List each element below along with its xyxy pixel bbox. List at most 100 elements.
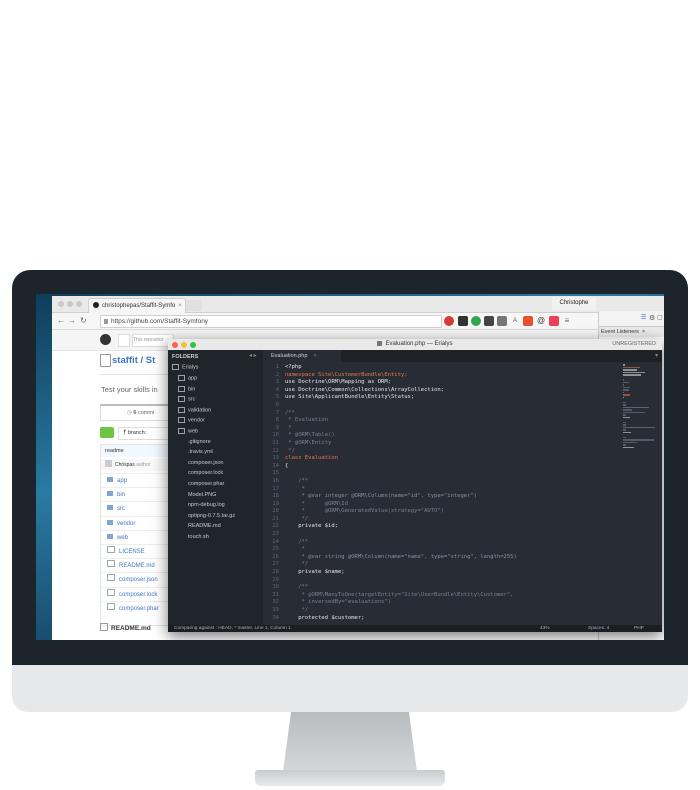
sidebar-file-item[interactable]: .gitignore — [188, 439, 211, 445]
minimap-line — [623, 371, 645, 373]
sidebar-file-item[interactable]: composer.lock — [188, 470, 223, 476]
tab-overflow-chevron-icon[interactable]: ▾ — [655, 352, 658, 359]
minimap-line — [623, 439, 655, 441]
file-name-link[interactable]: web — [117, 535, 128, 541]
code-line: * — [285, 546, 305, 553]
github-search-icon — [118, 334, 130, 347]
pocket-icon[interactable] — [549, 316, 559, 326]
code-line: * @ORM\Id — [285, 500, 348, 507]
tab-scroll-arrows-icon[interactable]: ◂ ▸ — [249, 352, 257, 359]
monitor-screen: christophepas/Staffit-Symfo × Christophe … — [36, 294, 664, 640]
sidebar-file-item[interactable]: Model.PNG — [188, 492, 216, 498]
minimap-line — [623, 404, 626, 406]
repo-title[interactable]: staffit / St — [112, 355, 155, 366]
sidebar-folder-item[interactable]: validation — [178, 406, 211, 413]
sidebar-folder-item[interactable]: bin — [178, 385, 196, 393]
settings-gear-icon[interactable]: ⚙ — [649, 314, 655, 322]
file-name-link[interactable]: app — [117, 478, 127, 484]
tab-close-icon[interactable]: × — [178, 303, 182, 309]
extension-s-icon[interactable] — [458, 316, 468, 326]
window-close-dot[interactable] — [58, 301, 64, 307]
file-icon — [107, 574, 115, 582]
code-area[interactable]: <?php namespace Site\CustomerBundle\Entit… — [285, 364, 615, 624]
forward-arrow-icon[interactable]: → — [68, 315, 76, 327]
repo-name-link[interactable]: St — [146, 355, 156, 366]
tab-github[interactable]: christophepas/Staffit-Symfo × — [88, 298, 186, 313]
file-name-link[interactable]: README.md — [119, 563, 155, 569]
minimap-line — [623, 416, 631, 418]
extension-lastpass-icon[interactable] — [523, 316, 533, 326]
status-indentation[interactable]: Spaces: 4 — [588, 625, 609, 632]
commit-author-suffix: author — [136, 462, 151, 468]
window-title-text: Evaluation.php — Erialys — [385, 341, 453, 347]
line-number: 34 — [272, 614, 279, 621]
extension-text-icon[interactable]: A — [510, 316, 520, 326]
github-icon — [93, 302, 99, 308]
code-line: * @ORM\Entity — [285, 439, 332, 446]
code-line: * @var string @ORM\Column(name="name", t… — [285, 553, 517, 560]
sidebar-file-item[interactable]: composer.json — [188, 460, 223, 466]
sidebar-file-item[interactable]: composer.phar — [188, 481, 224, 487]
extension-puzzle-icon[interactable] — [484, 316, 494, 326]
line-number: 30 — [272, 584, 279, 591]
minimap-line — [623, 379, 625, 381]
window-zoom-dot[interactable] — [76, 301, 82, 307]
line-number: 19 — [272, 500, 279, 507]
folder-icon — [178, 396, 185, 403]
code-line: class Evaluation — [285, 455, 338, 462]
commit-author[interactable]: Chrispas — [115, 462, 135, 468]
status-bar: Comparing against : HEAD, * master, Line… — [168, 625, 662, 632]
line-number: 12 — [272, 447, 279, 454]
adblock-icon[interactable] — [444, 316, 454, 326]
tab-event-listeners[interactable]: Event Listeners × — [599, 327, 664, 337]
menu-icon[interactable]: ≡ — [562, 316, 572, 326]
close-icon[interactable]: × — [642, 329, 645, 335]
sidebar-folder-item[interactable]: web — [178, 428, 198, 434]
sidebar-file-item[interactable]: npm-debug.log — [188, 502, 225, 508]
sidebar-file-item[interactable]: optipng-0.7.5.tar.gz — [188, 513, 235, 519]
root-folder[interactable]: Erialys — [172, 364, 199, 370]
file-name-link[interactable]: composer.phar — [119, 606, 159, 612]
avatar[interactable] — [105, 460, 112, 467]
devtools-sidebar-icon[interactable]: ☰ — [641, 314, 646, 321]
new-pull-request-button[interactable] — [100, 427, 114, 438]
repo-owner-link[interactable]: staffit — [112, 355, 138, 366]
file-name-link[interactable]: vendor — [117, 521, 135, 527]
file-name-link[interactable]: bin — [117, 492, 125, 498]
minimap[interactable] — [623, 364, 661, 614]
file-name-link[interactable]: composer.json — [119, 577, 158, 583]
repo-book-icon — [100, 354, 111, 367]
sidebar-file-item[interactable]: README.md — [188, 523, 221, 529]
url-bar[interactable]: https://github.com/Staffit-Symfony — [100, 315, 442, 328]
file-name-link[interactable]: LICENSE — [119, 549, 145, 555]
sidebar-item-label: README.md — [188, 523, 221, 530]
extension-green-icon[interactable] — [471, 316, 481, 326]
sidebar-file-item[interactable]: .travis.yml — [188, 449, 213, 455]
sidebar-item-label: web — [188, 428, 199, 435]
minimap-line — [623, 364, 626, 366]
dock-icon[interactable]: ▢ — [657, 314, 663, 321]
extension-at-icon[interactable]: @ — [536, 316, 546, 326]
status-syntax[interactable]: PHP — [634, 625, 644, 632]
file-name-link[interactable]: composer.lock — [119, 592, 157, 598]
code-editor[interactable]: Evaluation.php × ◂ ▸ ▾ 1 2 3 4 5 6 7 8 9 10 11 12 13 1… — [249, 350, 662, 625]
line-number: 17 — [272, 485, 279, 492]
sidebar-folder-item[interactable]: vendor — [178, 417, 205, 424]
sidebar-folder-item[interactable]: src — [178, 396, 195, 403]
php-file-icon — [377, 341, 383, 346]
back-arrow-icon[interactable]: ← — [57, 315, 65, 327]
tab-evaluation-php[interactable]: Evaluation.php × — [263, 350, 341, 362]
folder-open-icon — [172, 364, 179, 370]
file-header-label: readme — [105, 448, 124, 454]
profile-chip[interactable]: Christophe — [552, 297, 596, 310]
reload-icon[interactable]: ↻ — [80, 315, 87, 327]
window-minimize-dot[interactable] — [67, 301, 73, 307]
sidebar-item-label: bin — [188, 386, 196, 393]
sidebar-file-item[interactable]: touch.sh — [188, 534, 209, 540]
new-tab-button[interactable] — [186, 300, 202, 311]
sidebar-folder-item[interactable]: app — [178, 375, 197, 381]
file-name-link[interactable]: src — [117, 506, 125, 512]
github-logo-icon[interactable] — [100, 334, 111, 345]
extension-screen-icon[interactable] — [497, 316, 507, 326]
tab-close-icon[interactable]: × — [313, 353, 316, 359]
